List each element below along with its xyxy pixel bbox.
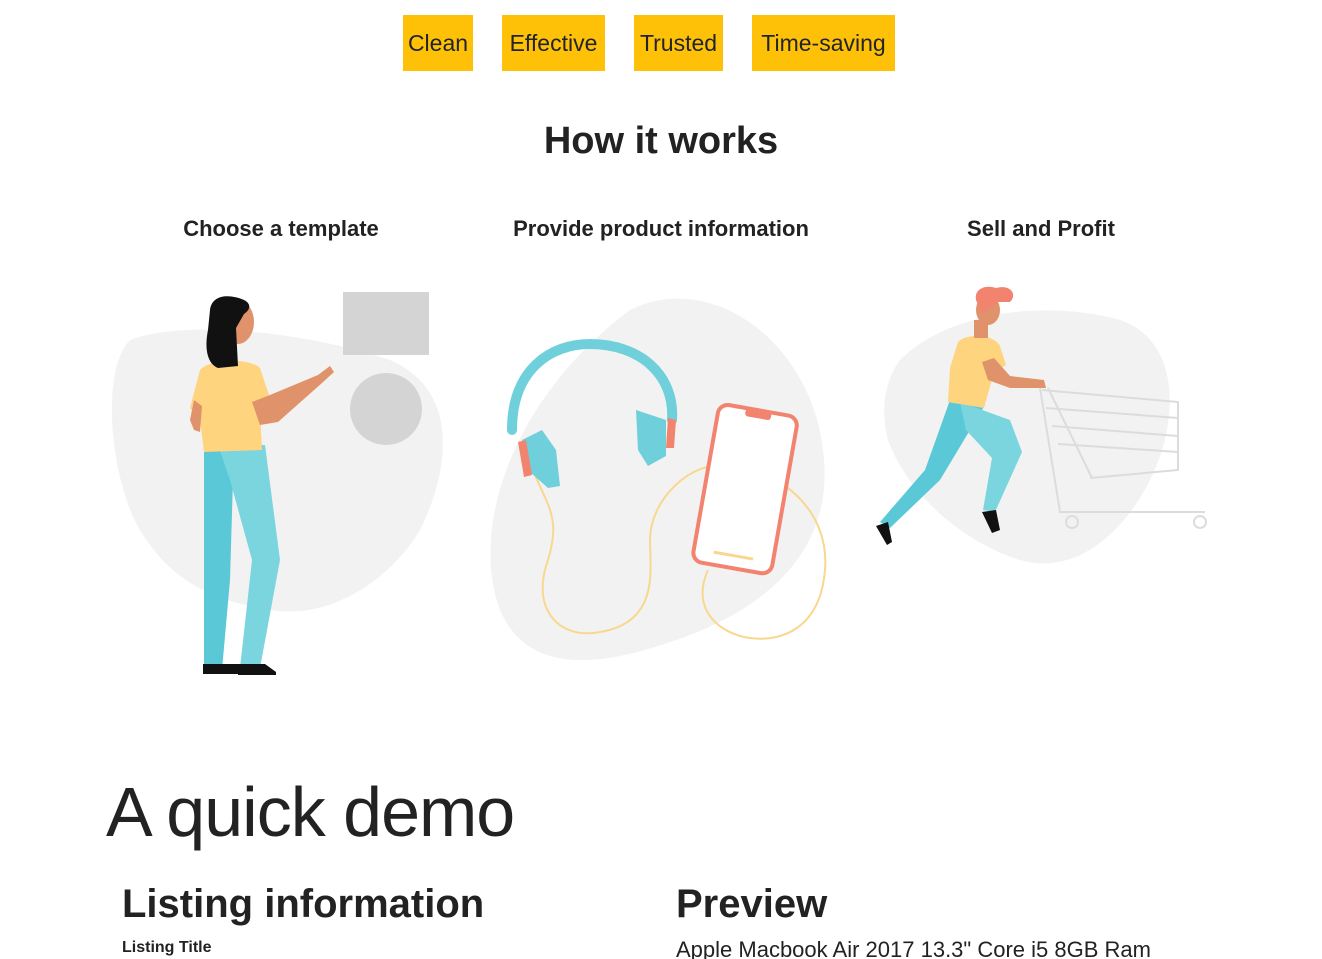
figure-back-leg xyxy=(204,445,234,670)
step-title-sell-profit: Sell and Profit xyxy=(967,216,1115,241)
preview-listing-title: Apple Macbook Air 2017 13.3" Core i5 8GB… xyxy=(676,937,1151,959)
template-square-shape xyxy=(343,292,429,355)
demo-heading: A quick demo xyxy=(106,773,515,851)
feature-badges: Clean Effective Trusted Time-saving xyxy=(0,15,1322,71)
headphones-and-phone-illustration xyxy=(490,298,827,661)
figure-shoes xyxy=(203,664,276,675)
page: Clean Effective Trusted Time-saving How … xyxy=(0,0,1322,959)
badge-effective: Effective xyxy=(502,15,605,71)
step-title-provide-info: Provide product information xyxy=(513,216,809,241)
woman-pointing-at-template-illustration xyxy=(111,292,443,675)
preview-heading: Preview xyxy=(676,882,828,926)
background-blob xyxy=(884,310,1170,564)
badge-clean: Clean xyxy=(403,15,473,71)
man-pushing-shopping-cart-illustration xyxy=(876,286,1207,564)
listing-information-heading: Listing information xyxy=(122,882,485,926)
badge-time-saving: Time-saving xyxy=(752,15,895,71)
step-title-choose-template: Choose a template xyxy=(183,216,379,241)
how-it-works-heading: How it works xyxy=(543,120,779,162)
template-circle-shape xyxy=(350,373,422,445)
listing-title-label: Listing Title xyxy=(122,939,212,956)
badge-trusted: Trusted xyxy=(634,15,723,71)
